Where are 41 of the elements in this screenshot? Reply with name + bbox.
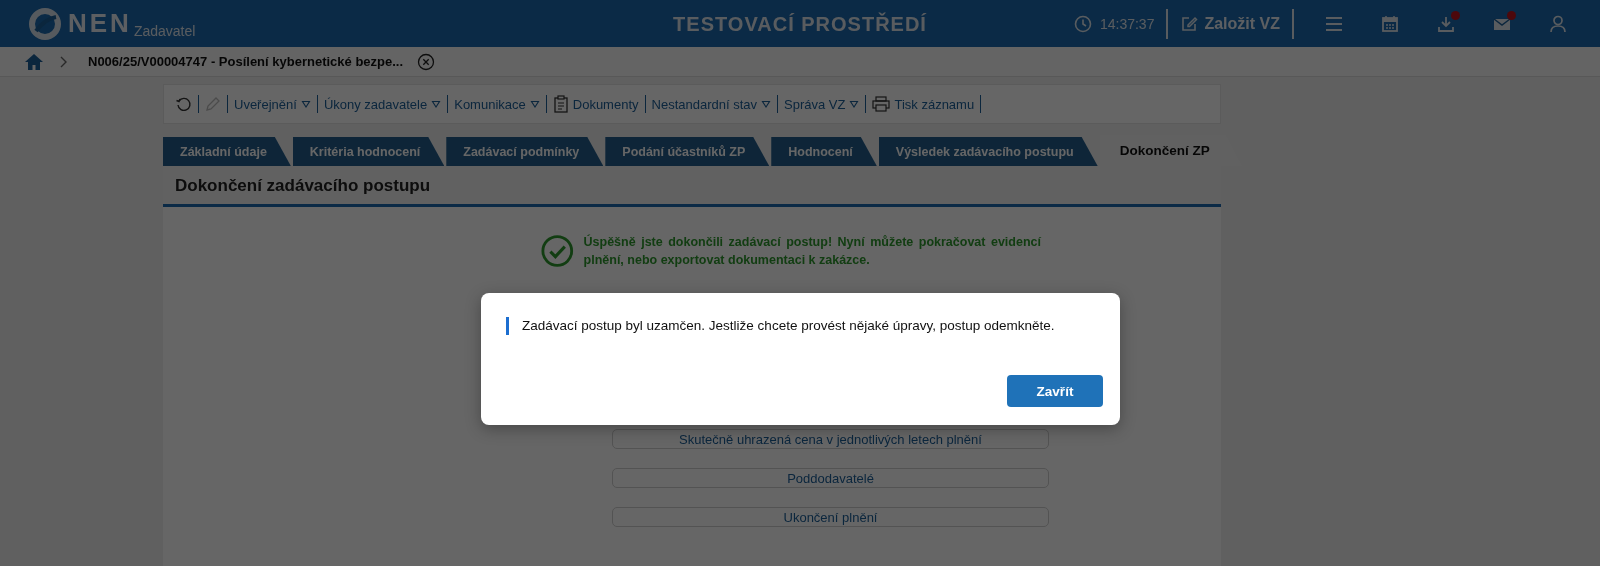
success-message: Úspěšně jste dokončili zadávací postup! Nyní můžete pokračovat evidencí plnění, nebo exportovat dokumentaci k zakázce. <box>583 233 1041 269</box>
logo-ring-icon <box>28 6 62 41</box>
tab[interactable]: Podání účastníků ZP <box>605 137 770 166</box>
toolbar-menu[interactable]: Úkony zadavatele <box>319 96 446 112</box>
clock-icon <box>1073 14 1092 33</box>
toolbar-menu[interactable]: Uveřejnění <box>230 96 315 112</box>
user-icon[interactable] <box>1548 13 1568 34</box>
chevron-right-icon <box>58 54 68 69</box>
dropdown-triangle-icon <box>529 100 540 108</box>
tab[interactable]: Výsledek zadávacího postupu <box>878 137 1098 166</box>
toolbar-menu[interactable]: Komunikace <box>450 96 544 112</box>
clipboard-icon <box>552 95 569 113</box>
home-icon[interactable] <box>24 52 44 71</box>
close-icon[interactable] <box>417 52 436 71</box>
tab[interactable]: Kritéria hodnocení <box>292 137 445 166</box>
tab[interactable]: Hodnocení <box>771 137 877 166</box>
action-button[interactable]: Ukončení plnění <box>612 507 1049 527</box>
section-title: Dokončení zadávacího postupu <box>163 166 1221 207</box>
clock-time: 14:37:37 <box>1099 15 1155 32</box>
dialog-message: Zadávací postup byl uzamčen. Jestliže chcete provést nějaké úpravy, postup odemkněte. <box>506 317 1120 335</box>
logo-subtitle: Zadavatel <box>133 22 196 39</box>
toolbar-link[interactable]: Dokumenty <box>548 95 643 113</box>
action-button[interactable]: Skutečně uhrazená cena v jednotlivých letech plnění <box>612 429 1049 449</box>
environment-title: TESTOVACÍ PROSTŘEDÍ <box>673 13 927 36</box>
tab[interactable]: Základní údaje <box>163 137 291 166</box>
dropdown-triangle-icon <box>300 100 311 108</box>
printer-icon <box>872 96 891 112</box>
dropdown-triangle-icon <box>849 100 860 108</box>
calendar-icon[interactable] <box>1380 13 1400 34</box>
toolbar-link[interactable]: Tisk záznamu <box>868 96 979 112</box>
dropdown-triangle-icon <box>761 100 772 108</box>
logo-text: NEN <box>68 8 132 39</box>
create-tender-button[interactable]: Založit VZ <box>1180 14 1280 33</box>
tab[interactable]: Zadávací podmínky <box>446 137 604 166</box>
breadcrumb-title[interactable]: N006/25/V00004747 - Posílení kybernetické bezpe... <box>88 54 404 69</box>
close-button[interactable]: Zavřít <box>1007 375 1103 407</box>
toolbar-menu[interactable]: Správa VZ <box>780 96 864 112</box>
edit-icon <box>1180 14 1199 33</box>
toolbar-menu[interactable]: Nestandardní stav <box>647 96 776 112</box>
dropdown-triangle-icon <box>431 100 442 108</box>
action-button[interactable]: Poddodavatelé <box>612 468 1049 488</box>
